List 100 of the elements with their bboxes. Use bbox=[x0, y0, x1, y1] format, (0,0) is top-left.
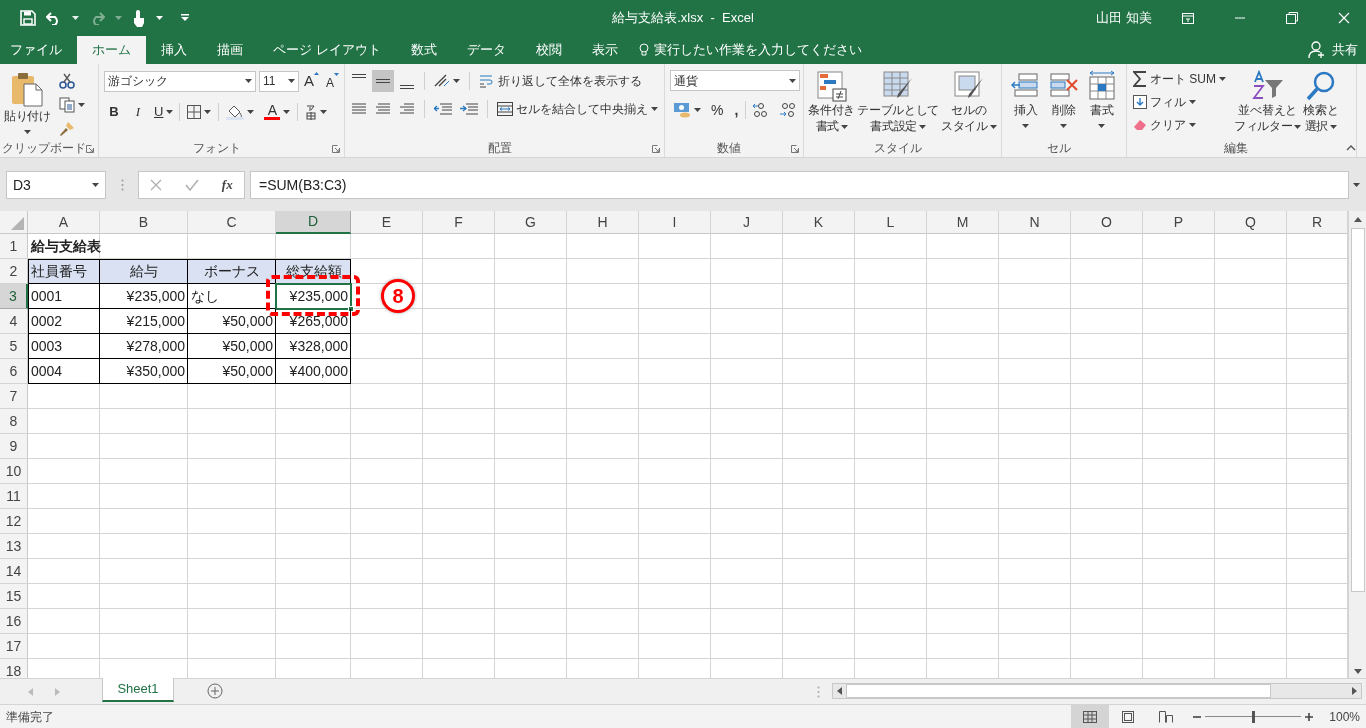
row-header[interactable]: 7 bbox=[0, 384, 28, 409]
column-header[interactable]: A bbox=[28, 211, 100, 234]
conditional-formatting-button[interactable]: 条件付き 書式 bbox=[807, 70, 857, 134]
table-cell[interactable]: 0004 bbox=[28, 359, 100, 384]
row-header[interactable]: 6 bbox=[0, 359, 28, 384]
collapse-ribbon-icon[interactable] bbox=[1346, 145, 1356, 151]
row-header[interactable]: 8 bbox=[0, 409, 28, 434]
ribbon-tab[interactable]: 表示 bbox=[576, 36, 633, 64]
scrollbar-thumb[interactable] bbox=[846, 684, 1271, 698]
row-header[interactable]: 1 bbox=[0, 234, 28, 259]
table-cell[interactable]: ¥215,000 bbox=[100, 309, 188, 334]
find-select-button[interactable]: 検索と 選択 bbox=[1302, 70, 1340, 134]
column-header[interactable]: N bbox=[999, 211, 1071, 234]
table-cell[interactable]: ¥50,000 bbox=[188, 309, 276, 334]
zoom-in-icon[interactable] bbox=[1305, 712, 1314, 721]
column-header[interactable]: H bbox=[567, 211, 639, 234]
insert-cells-button[interactable]: 挿入 bbox=[1009, 70, 1042, 128]
column-header[interactable]: R bbox=[1287, 211, 1348, 234]
number-format-field[interactable]: 通貨 bbox=[670, 70, 801, 91]
table-cell[interactable]: ¥350,000 bbox=[100, 359, 188, 384]
column-header[interactable]: Q bbox=[1215, 211, 1287, 234]
table-cell[interactable]: ¥400,000 bbox=[276, 359, 351, 384]
middle-align-button[interactable] bbox=[372, 70, 395, 92]
scrollbar-thumb[interactable] bbox=[1350, 228, 1365, 592]
tell-me-box[interactable]: 実行したい作業を入力してください bbox=[632, 36, 862, 64]
column-header[interactable]: B bbox=[100, 211, 188, 234]
row-header[interactable]: 9 bbox=[0, 434, 28, 459]
slider-thumb[interactable] bbox=[1252, 710, 1256, 723]
shrink-font-button[interactable]: A bbox=[324, 70, 342, 92]
touch-mode-icon[interactable] bbox=[132, 9, 146, 27]
restore-icon[interactable] bbox=[1286, 12, 1298, 24]
table-cell[interactable]: 0001 bbox=[28, 284, 100, 309]
table-cell[interactable]: 給与支給表 bbox=[28, 234, 100, 259]
column-header[interactable]: L bbox=[855, 211, 927, 234]
dialog-launcher-icon[interactable] bbox=[791, 145, 800, 153]
autosum-button[interactable]: オート SUM bbox=[1129, 68, 1229, 90]
comma-button[interactable]: , bbox=[730, 99, 743, 121]
ribbon-tab[interactable]: 描画 bbox=[202, 36, 258, 64]
ribbon-display-icon[interactable] bbox=[1182, 12, 1194, 24]
check-icon[interactable] bbox=[185, 179, 200, 191]
font-color-button[interactable]: A bbox=[261, 103, 294, 120]
ribbon-tab[interactable]: 数式 bbox=[395, 36, 452, 64]
name-box[interactable]: D3 bbox=[6, 171, 106, 199]
ribbon-tab[interactable]: データ bbox=[451, 36, 521, 64]
share-button[interactable]: 共有 bbox=[1308, 36, 1366, 64]
row-header[interactable]: 10 bbox=[0, 459, 28, 484]
grow-font-button[interactable]: A bbox=[302, 70, 321, 93]
table-cell[interactable]: ボーナス bbox=[188, 259, 276, 284]
wrap-text-button[interactable]: 折り返して全体を表示する bbox=[476, 70, 646, 92]
vertical-scrollbar[interactable] bbox=[1348, 211, 1366, 678]
underline-button[interactable]: U bbox=[152, 101, 176, 122]
customize-icon[interactable] bbox=[181, 14, 189, 22]
table-cell[interactable]: ¥265,000 bbox=[276, 309, 351, 334]
table-cell[interactable]: ¥278,000 bbox=[100, 334, 188, 359]
table-cell[interactable]: ¥235,000 bbox=[100, 284, 188, 309]
row-header[interactable]: 17 bbox=[0, 634, 28, 659]
ribbon-tab[interactable]: ページ レイアウト bbox=[258, 36, 396, 64]
format-as-table-button[interactable]: テーブルとして 書式設定 bbox=[856, 70, 941, 134]
sheet-tab[interactable]: Sheet1 bbox=[102, 678, 174, 702]
horizontal-scrollbar[interactable] bbox=[832, 683, 1362, 699]
dialog-launcher-icon[interactable] bbox=[652, 145, 661, 153]
column-header[interactable]: I bbox=[639, 211, 711, 234]
fill-button[interactable]: フィル bbox=[1129, 91, 1229, 113]
font-name-field[interactable]: 游ゴシック bbox=[104, 70, 256, 92]
column-header[interactable]: E bbox=[351, 211, 423, 234]
dialog-launcher-icon[interactable] bbox=[332, 145, 341, 153]
row-header[interactable]: 2 bbox=[0, 259, 28, 284]
row-header[interactable]: 3 bbox=[0, 284, 28, 309]
row-header[interactable]: 14 bbox=[0, 559, 28, 584]
table-cell[interactable]: ¥50,000 bbox=[188, 334, 276, 359]
table-cell[interactable]: 社員番号 bbox=[28, 259, 100, 284]
table-cell[interactable]: 0003 bbox=[28, 334, 100, 359]
ribbon-tab[interactable]: 挿入 bbox=[146, 36, 202, 64]
column-header[interactable]: J bbox=[711, 211, 783, 234]
column-header[interactable]: D bbox=[276, 211, 351, 234]
column-header[interactable]: O bbox=[1071, 211, 1143, 234]
format-cells-button[interactable]: 書式 bbox=[1085, 70, 1118, 128]
ribbon-tab[interactable]: ホーム bbox=[77, 36, 146, 64]
column-header[interactable]: G bbox=[495, 211, 567, 234]
dialog-launcher-icon[interactable] bbox=[86, 145, 94, 153]
zoom-level[interactable]: 100% bbox=[1329, 707, 1360, 726]
italic-button[interactable]: I bbox=[128, 101, 148, 122]
table-cell[interactable]: ¥235,000 bbox=[276, 284, 351, 309]
column-header[interactable]: C bbox=[188, 211, 276, 234]
row-header[interactable]: 18 bbox=[0, 659, 28, 678]
table-cell[interactable]: なし bbox=[188, 284, 276, 309]
row-header[interactable]: 4 bbox=[0, 309, 28, 334]
percent-button[interactable]: % bbox=[707, 99, 728, 121]
cell-styles-button[interactable]: セルの スタイル bbox=[940, 70, 998, 134]
font-size-field[interactable]: 11 bbox=[259, 70, 299, 92]
column-header[interactable]: M bbox=[927, 211, 999, 234]
column-header[interactable]: F bbox=[423, 211, 495, 234]
row-header[interactable]: 11 bbox=[0, 484, 28, 509]
row-header[interactable]: 12 bbox=[0, 509, 28, 534]
table-cell[interactable]: ¥328,000 bbox=[276, 334, 351, 359]
column-header[interactable]: K bbox=[783, 211, 855, 234]
sort-filter-button[interactable]: 並べ替えと フィルター bbox=[1232, 70, 1303, 134]
row-header[interactable]: 15 bbox=[0, 584, 28, 609]
clear-button[interactable]: クリア bbox=[1129, 114, 1229, 136]
paste-button[interactable]: 貼り付け bbox=[3, 70, 52, 134]
